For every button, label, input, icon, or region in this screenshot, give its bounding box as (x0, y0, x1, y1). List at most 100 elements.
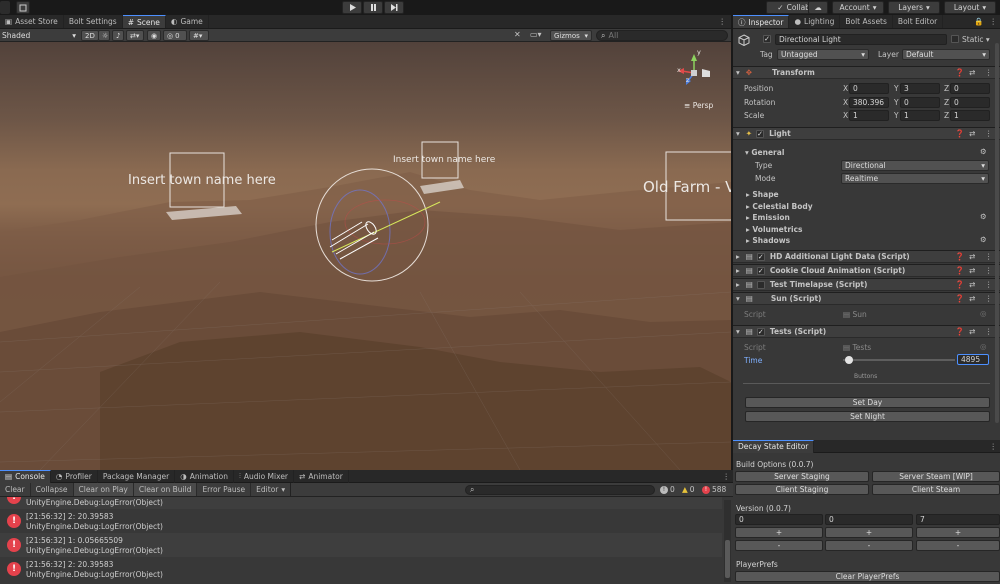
tab-package-manager[interactable]: Package Manager (98, 469, 176, 483)
camera-dropdown-icon[interactable]: ▭▾ (530, 30, 542, 39)
tab-inspector[interactable]: ⓘ Inspector (733, 15, 790, 28)
minor-plus-button[interactable]: + (825, 527, 913, 538)
major-minus-button[interactable]: - (735, 540, 823, 551)
error-count-toggle[interactable]: ! 588 (702, 485, 726, 494)
component-enabled-checkbox[interactable]: ✓ (756, 327, 765, 336)
component-enabled-checkbox[interactable]: ✓ (756, 266, 765, 275)
position-x-field[interactable]: 0 (849, 83, 889, 94)
lighting-toggle-icon[interactable]: ☼ (98, 30, 110, 41)
tab-animator[interactable]: ⇄ Animator (294, 469, 349, 483)
component-enabled-checkbox[interactable] (756, 280, 765, 289)
editor-dropdown[interactable]: Editor ▾ (251, 483, 292, 496)
menu-icon[interactable] (0, 1, 10, 14)
emission-foldout[interactable]: ▸ Emission (746, 213, 790, 222)
tab-options-icon[interactable]: ⋮ (720, 470, 734, 483)
log-entry[interactable]: ! [21:56:32] 1: 0.05665509 UnityEngine.D… (0, 533, 722, 557)
volumetrics-foldout[interactable]: ▸ Volumetrics (746, 225, 803, 234)
active-checkbox[interactable]: ✓ (763, 35, 771, 43)
component-menu-icon[interactable]: ⋮ (985, 294, 993, 303)
tab-lighting[interactable]: ● Lighting (789, 15, 841, 28)
tab-scene[interactable]: # Scene (122, 15, 166, 28)
shading-dropdown[interactable]: Shaded ▾ (2, 30, 76, 41)
celestial-body-foldout[interactable]: ▸ Celestial Body (746, 202, 813, 211)
rotation-z-field[interactable]: 0 (950, 97, 990, 108)
tab-bolt-settings[interactable]: Bolt Settings (64, 15, 123, 28)
inspector-scrollbar[interactable] (995, 43, 999, 423)
info-count-toggle[interactable]: ! 0 (660, 485, 675, 494)
preset-icon[interactable]: ⇄ (969, 252, 975, 261)
scale-y-field[interactable]: 1 (900, 110, 940, 121)
account-dropdown[interactable]: Account ▾ (832, 1, 884, 14)
component-menu-icon[interactable]: ⋮ (985, 280, 993, 289)
preset-icon[interactable]: ⇄ (969, 294, 975, 303)
clear-on-play-toggle[interactable]: Clear on Play (73, 483, 134, 496)
step-button[interactable] (384, 1, 404, 14)
cloud-button[interactable]: ☁ (808, 1, 828, 14)
preset-icon[interactable]: ⇄ (969, 327, 975, 336)
patch-plus-button[interactable]: + (916, 527, 1000, 538)
help-icon[interactable]: ❓ (955, 327, 964, 336)
tab-decay-state-editor[interactable]: Decay State Editor (733, 439, 815, 453)
server-steam-button[interactable]: Server Steam [WIP] (872, 471, 1000, 482)
version-minor-field[interactable]: 0 (825, 514, 913, 525)
clear-playerprefs-button[interactable]: Clear PlayerPrefs (735, 571, 1000, 582)
object-picker-icon[interactable]: ◎ (980, 309, 987, 318)
shadows-foldout[interactable]: ▸ Shadows (746, 236, 790, 245)
time-slider-handle[interactable] (845, 356, 854, 364)
help-icon[interactable]: ❓ (955, 68, 964, 77)
clear-button[interactable]: Clear (0, 483, 31, 496)
preset-icon[interactable]: ⇄ (969, 266, 975, 275)
set-night-button[interactable]: Set Night (745, 411, 990, 422)
visibility-icon[interactable]: ◉ (147, 30, 161, 41)
tab-profiler[interactable]: ◔ Profiler (51, 469, 98, 483)
position-z-field[interactable]: 0 (950, 83, 990, 94)
audio-toggle-icon[interactable]: ♪ (112, 30, 124, 41)
position-y-field[interactable]: 3 (900, 83, 940, 94)
tag-dropdown[interactable]: Untagged ▾ (777, 49, 869, 60)
tab-audio-mixer[interactable]: ⫶ Audio Mixer (234, 469, 295, 483)
light-enabled-checkbox[interactable]: ✓ (756, 129, 765, 138)
clear-on-build-toggle[interactable]: Clear on Build (133, 483, 198, 496)
static-dropdown[interactable]: Static ▾ (962, 35, 990, 44)
tab-options-icon[interactable]: ⋮ (987, 15, 1000, 28)
version-major-field[interactable]: 0 (735, 514, 823, 525)
help-icon[interactable]: ❓ (955, 266, 964, 275)
collapse-button[interactable]: Collapse (31, 483, 74, 496)
tab-options-icon[interactable]: ⋮ (714, 15, 732, 28)
gizmos-dropdown[interactable]: Gizmos ▾ (550, 30, 592, 41)
2d-toggle[interactable]: 2D (81, 30, 99, 41)
console-search-input[interactable]: ⌕ (465, 485, 655, 495)
tools-icon[interactable]: ✕ (514, 30, 521, 39)
preset-icon[interactable]: ⇄ (969, 129, 975, 138)
client-staging-button[interactable]: Client Staging (735, 484, 869, 495)
light-type-dropdown[interactable]: Directional ▾ (841, 160, 989, 171)
tab-console[interactable]: ▤ Console (0, 469, 51, 483)
major-plus-button[interactable]: + (735, 527, 823, 538)
component-menu-icon[interactable]: ⋮ (985, 129, 993, 138)
lock-icon[interactable]: 🔒 (971, 15, 986, 28)
object-picker-icon[interactable]: ◎ (980, 342, 987, 351)
console-scrollbar-thumb[interactable] (725, 540, 730, 578)
component-enabled-checkbox[interactable]: ✓ (756, 252, 765, 261)
log-entry[interactable]: ! [21:56:32] 2: 20.39583 UnityEngine.Deb… (0, 509, 722, 533)
set-day-button[interactable]: Set Day (745, 397, 990, 408)
static-checkbox[interactable] (951, 35, 959, 43)
log-entry[interactable]: ! [21:56:32] 2: 20.39583 UnityEngine.Deb… (0, 557, 722, 581)
tab-bolt-editor[interactable]: Bolt Editor (893, 15, 944, 28)
tab-bolt-assets[interactable]: Bolt Assets (840, 15, 893, 28)
settings-icon[interactable]: ⚙ (980, 212, 987, 221)
pause-button[interactable] (363, 1, 383, 14)
time-value-field[interactable]: 4895 (957, 354, 989, 365)
grid-dropdown-icon[interactable]: #▾ (189, 30, 209, 41)
scene-search-input[interactable]: ⌕ All (596, 30, 728, 41)
settings-icon[interactable]: ⚙ (980, 235, 987, 244)
effects-dropdown-icon[interactable]: ⇄▾ (126, 30, 144, 41)
general-foldout[interactable]: ▾ General (745, 148, 784, 157)
time-slider[interactable] (843, 356, 955, 364)
scale-x-field[interactable]: 1 (849, 110, 889, 121)
component-menu-icon[interactable]: ⋮ (985, 327, 993, 336)
rotation-y-field[interactable]: 0 (900, 97, 940, 108)
help-icon[interactable]: ❓ (955, 294, 964, 303)
log-entry[interactable]: ! UnityEngine.Debug:LogError(Object) (0, 497, 722, 509)
hidden-objects-counter[interactable]: ◎ 0 (163, 30, 187, 41)
